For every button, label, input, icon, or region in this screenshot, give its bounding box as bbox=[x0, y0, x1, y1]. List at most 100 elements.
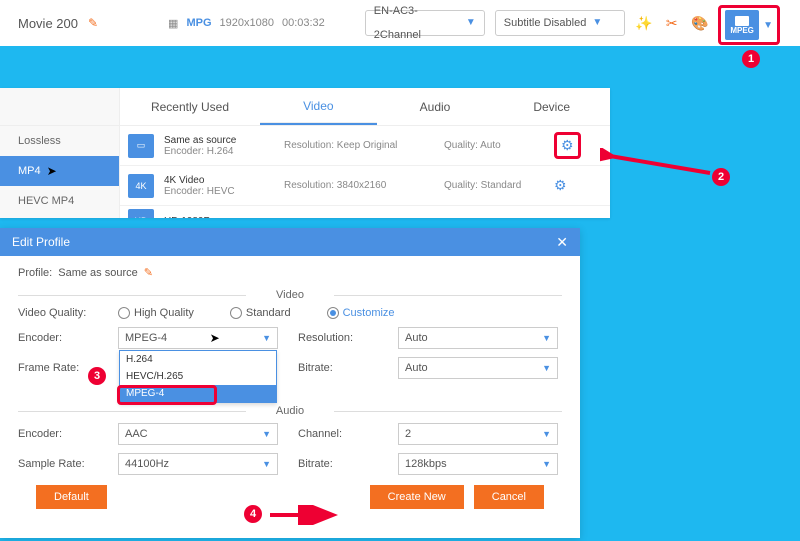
row-title: HD 1080P bbox=[164, 216, 274, 219]
profile-row[interactable]: HD HD 1080P bbox=[120, 206, 610, 218]
file-duration: 00:03:32 bbox=[282, 17, 325, 29]
file-name: Movie 200 bbox=[18, 16, 78, 31]
annotation-arrow bbox=[600, 148, 720, 178]
profile-rows: ▭ Same as source Encoder: H.264 Resoluti… bbox=[120, 126, 610, 218]
chevron-down-icon: ▼ bbox=[542, 459, 551, 469]
format-icon: MPEG bbox=[725, 10, 759, 40]
row-encoder: Encoder: HEVC bbox=[164, 186, 274, 197]
row-title: 4K Video bbox=[164, 175, 274, 186]
film-icon: HD bbox=[128, 209, 154, 218]
audio-track-value: EN-AC3-2Channel bbox=[374, 0, 460, 47]
annotation-arrow bbox=[260, 505, 340, 525]
close-icon[interactable]: ✕ bbox=[556, 234, 568, 251]
audio-encoder-select[interactable]: AAC▼ bbox=[118, 423, 278, 445]
chevron-down-icon: ▼ bbox=[262, 429, 271, 439]
row-encoder: Encoder: H.264 bbox=[164, 146, 274, 157]
chevron-down-icon: ▼ bbox=[262, 459, 271, 469]
row-resolution: Resolution: 3840x2160 bbox=[284, 180, 434, 191]
label-resolution: Resolution: bbox=[298, 332, 378, 344]
encoder-dropdown: H.264 HEVC/H.265 MPEG-4 bbox=[119, 350, 277, 403]
gear-icon[interactable]: ⚙ bbox=[554, 177, 567, 194]
resolution-select[interactable]: Auto▼ bbox=[398, 327, 558, 349]
callout-3: 3 bbox=[88, 367, 106, 385]
encoder-value: MPEG-4 bbox=[125, 332, 167, 344]
tab-recent[interactable]: Recently Used bbox=[120, 88, 260, 125]
row-quality: Quality: Auto bbox=[444, 140, 544, 151]
label-audio-bitrate: Bitrate: bbox=[298, 458, 378, 470]
file-resolution: 1920x1080 bbox=[220, 17, 274, 29]
wand-icon[interactable]: ✨ bbox=[635, 15, 653, 32]
sidebar-item-mp4[interactable]: MP4 ➤ bbox=[0, 156, 119, 186]
encoder-select[interactable]: MPEG-4 ➤ ▼ H.264 HEVC/H.265 MPEG-4 bbox=[118, 327, 278, 349]
cursor-icon: ➤ bbox=[47, 164, 57, 178]
file-meta: ▦ MPG 1920x1080 00:03:32 bbox=[168, 17, 325, 30]
film-4k-icon: 4K bbox=[128, 174, 154, 198]
encoder-option[interactable]: MPEG-4 bbox=[120, 385, 276, 402]
format-sidebar: Lossless MP4 ➤ HEVC MP4 bbox=[0, 126, 120, 218]
encoder-option[interactable]: H.264 bbox=[120, 351, 276, 368]
cancel-button[interactable]: Cancel bbox=[474, 485, 544, 509]
bitrate-select[interactable]: Auto▼ bbox=[398, 357, 558, 379]
sidebar-item-hevc-mp4[interactable]: HEVC MP4 bbox=[0, 186, 119, 216]
edit-name-icon[interactable]: ✎ bbox=[88, 16, 98, 30]
radio-customize[interactable]: Customize bbox=[327, 307, 395, 319]
audio-bitrate-select[interactable]: 128kbps▼ bbox=[398, 453, 558, 475]
subtitle-value: Subtitle Disabled bbox=[504, 11, 587, 35]
dialog-header: Edit Profile ✕ bbox=[0, 228, 580, 256]
film-icon: ▭ bbox=[128, 134, 154, 158]
top-toolbar: Movie 200 ✎ ▦ MPG 1920x1080 00:03:32 EN-… bbox=[0, 0, 800, 46]
label-audio-encoder: Encoder: bbox=[18, 428, 98, 440]
dialog-footer: Default Create New Cancel bbox=[18, 475, 562, 509]
chevron-down-icon: ▼ bbox=[592, 11, 602, 35]
palette-icon[interactable]: 🎨 bbox=[691, 15, 709, 32]
edit-profile-dialog: Edit Profile ✕ Profile: Same as source ✎… bbox=[0, 228, 580, 538]
channel-select[interactable]: 2▼ bbox=[398, 423, 558, 445]
radio-high-quality[interactable]: High Quality bbox=[118, 307, 194, 319]
profile-row[interactable]: ▭ Same as source Encoder: H.264 Resoluti… bbox=[120, 126, 610, 166]
row-title: Same as source bbox=[164, 135, 274, 146]
dialog-title: Edit Profile bbox=[12, 235, 70, 249]
chevron-down-icon: ▼ bbox=[542, 363, 551, 373]
chevron-down-icon: ▼ bbox=[542, 429, 551, 439]
scissors-icon[interactable]: ✂ bbox=[663, 15, 681, 32]
chevron-down-icon: ▼ bbox=[466, 11, 476, 35]
profile-value: Same as source bbox=[58, 267, 137, 279]
chevron-down-icon: ▼ bbox=[262, 333, 271, 343]
subtitle-select[interactable]: Subtitle Disabled ▼ bbox=[495, 10, 625, 36]
label-framerate: Frame Rate: bbox=[18, 362, 98, 374]
samplerate-select[interactable]: 44100Hz▼ bbox=[118, 453, 278, 475]
label-encoder: Encoder: bbox=[18, 332, 98, 344]
row-quality: Quality: Standard bbox=[444, 180, 544, 191]
audio-track-select[interactable]: EN-AC3-2Channel ▼ bbox=[365, 10, 485, 36]
profile-row[interactable]: 4K 4K Video Encoder: HEVC Resolution: 38… bbox=[120, 166, 610, 206]
encoder-option[interactable]: HEVC/H.265 bbox=[120, 368, 276, 385]
label-samplerate: Sample Rate: bbox=[18, 458, 98, 470]
section-audio: Audio bbox=[18, 405, 562, 417]
callout-2: 2 bbox=[712, 168, 730, 186]
create-new-button[interactable]: Create New bbox=[370, 485, 464, 509]
sidebar-item-lossless[interactable]: Lossless bbox=[0, 126, 119, 156]
chevron-down-icon: ▼ bbox=[763, 20, 773, 31]
tab-audio[interactable]: Audio bbox=[377, 88, 494, 125]
profile-name-row: Profile: Same as source ✎ bbox=[18, 266, 562, 283]
gear-icon[interactable]: ⚙ bbox=[561, 137, 574, 153]
row-settings-highlight: ⚙ bbox=[554, 132, 581, 159]
tab-video[interactable]: Video bbox=[260, 88, 377, 125]
tab-device[interactable]: Device bbox=[493, 88, 610, 125]
row-resolution: Resolution: Keep Original bbox=[284, 140, 434, 151]
profile-panel: Recently Used Video Audio Device Lossles… bbox=[0, 88, 610, 218]
output-format-button[interactable]: MPEG ▼ bbox=[718, 5, 780, 45]
label-channel: Channel: bbox=[298, 428, 378, 440]
panel-tabs: Recently Used Video Audio Device bbox=[0, 88, 610, 126]
default-button[interactable]: Default bbox=[36, 485, 107, 509]
profile-label: Profile: bbox=[18, 267, 52, 279]
edit-profile-name-icon[interactable]: ✎ bbox=[144, 266, 153, 279]
format-label: MPEG bbox=[730, 26, 754, 35]
radio-standard[interactable]: Standard bbox=[230, 307, 291, 319]
section-video: Video bbox=[18, 289, 562, 301]
chevron-down-icon: ▼ bbox=[542, 333, 551, 343]
grid-icon: ▦ bbox=[168, 17, 178, 30]
callout-1: 1 bbox=[742, 50, 760, 68]
label-video-quality: Video Quality: bbox=[18, 307, 98, 319]
label-bitrate: Bitrate: bbox=[298, 362, 378, 374]
